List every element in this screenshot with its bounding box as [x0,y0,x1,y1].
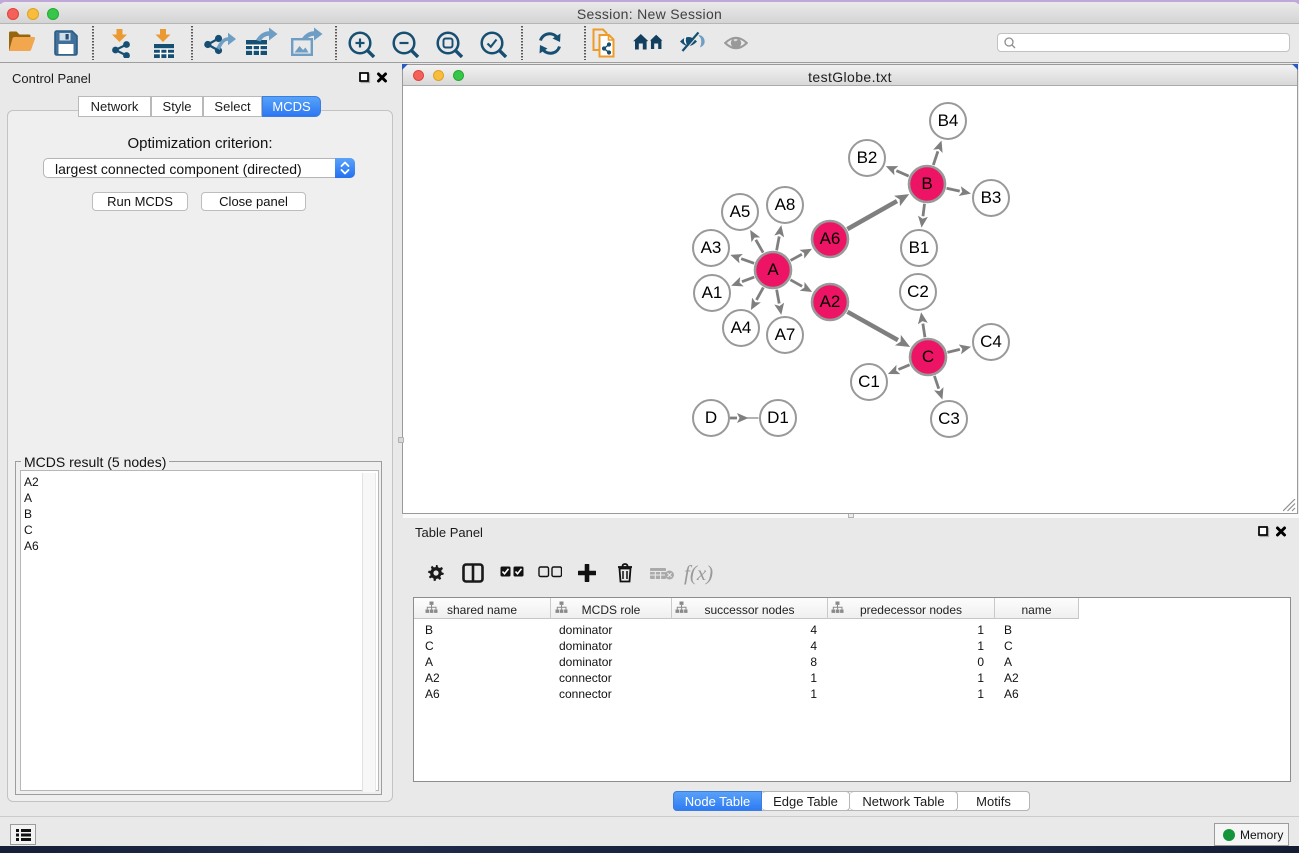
svg-text:D1: D1 [767,408,789,427]
svg-text:A6: A6 [820,229,841,248]
svg-text:A3: A3 [701,238,722,257]
svg-text:A: A [767,260,779,279]
svg-text:B: B [921,174,932,193]
svg-text:B4: B4 [938,111,959,130]
svg-text:C4: C4 [980,332,1002,351]
svg-text:B3: B3 [981,188,1002,207]
svg-text:C2: C2 [907,282,929,301]
svg-text:A4: A4 [731,318,752,337]
svg-text:B1: B1 [909,238,930,257]
svg-text:A8: A8 [775,195,796,214]
svg-text:A5: A5 [730,202,751,221]
svg-text:A2: A2 [820,292,841,311]
svg-text:D: D [705,408,717,427]
svg-text:A1: A1 [702,283,723,302]
svg-text:B2: B2 [857,148,878,167]
svg-text:C: C [922,347,934,366]
svg-text:C3: C3 [938,409,960,428]
svg-text:C1: C1 [858,372,880,391]
svg-text:A7: A7 [775,325,796,344]
